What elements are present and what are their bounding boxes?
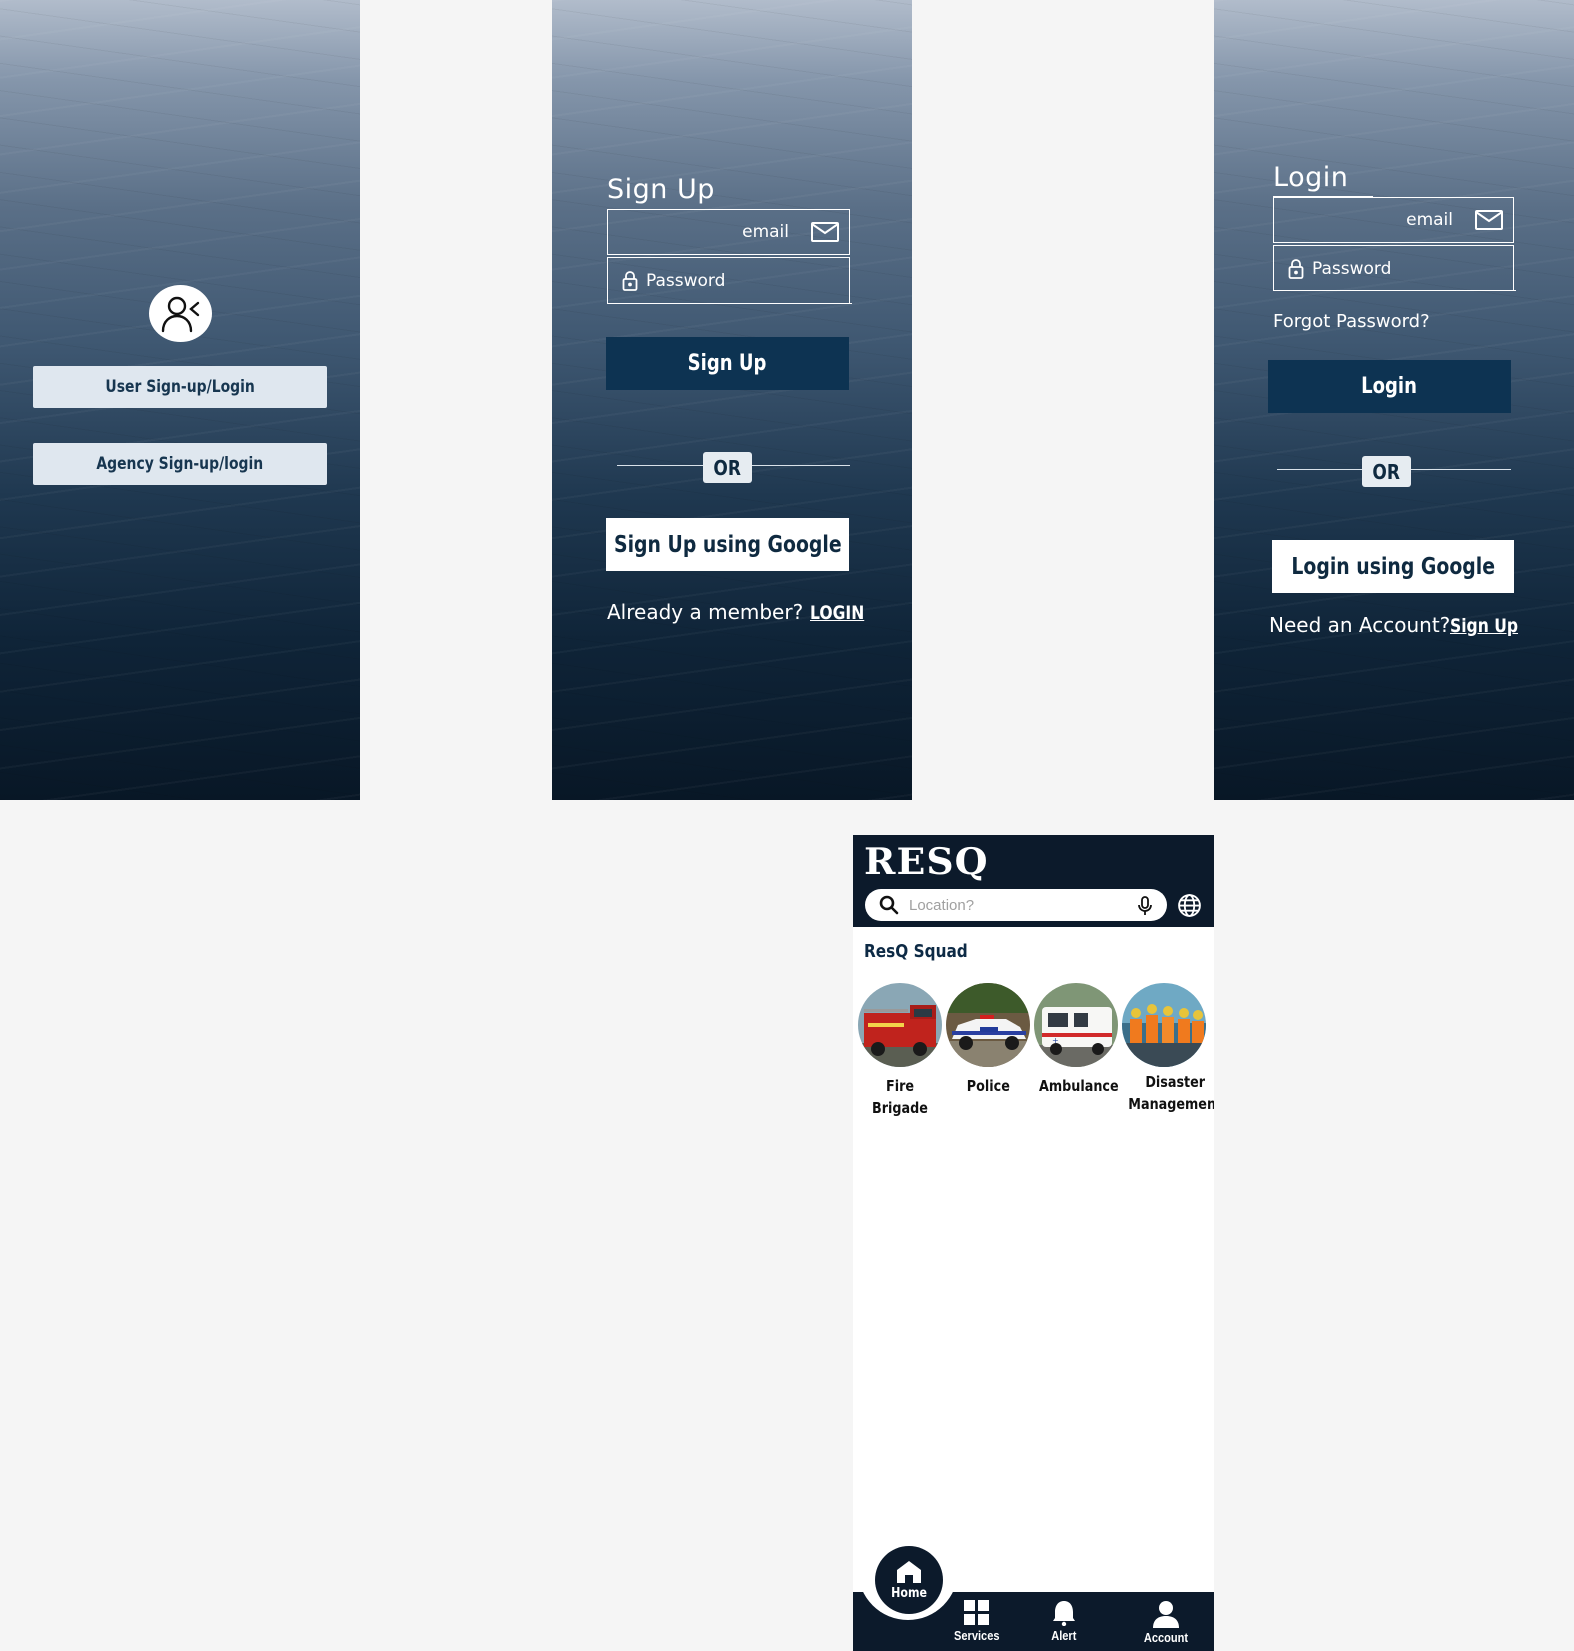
forgot-password-link[interactable]: Forgot Password? — [1273, 311, 1430, 332]
squad-label: Ambulance — [1039, 1077, 1119, 1095]
nav-services[interactable]: Services — [950, 1600, 1004, 1643]
squad-label: Disaster Management — [1128, 1073, 1214, 1113]
squad-police[interactable]: Police — [944, 983, 1032, 1097]
nav-account-label: Account — [1143, 1630, 1189, 1645]
location-search-input[interactable] — [909, 893, 1119, 917]
password-underline — [1273, 290, 1516, 291]
login-link[interactable]: LOGIN — [810, 602, 864, 624]
home-icon — [897, 1560, 921, 1583]
login-title: Login — [1273, 162, 1349, 193]
home-screen: RESQ ResQ Squad Fire Brigade Police + Am… — [853, 835, 1214, 1651]
signup-footer: Already a member? LOGIN — [607, 600, 876, 624]
password-underline — [607, 303, 852, 304]
person-icon — [1153, 1601, 1179, 1628]
login-footer: Need an Account?Sign Up — [1269, 613, 1533, 637]
lock-icon — [1288, 258, 1304, 279]
nav-home-label: Home — [891, 1585, 927, 1601]
police-car-image — [946, 983, 1030, 1067]
mail-icon — [1475, 210, 1503, 230]
email-field[interactable]: email — [1273, 197, 1514, 243]
microphone-icon[interactable] — [1137, 896, 1153, 916]
nav-alert[interactable]: Alert — [1049, 1600, 1079, 1643]
signup-link[interactable]: Sign Up — [1450, 615, 1518, 637]
role-select-screen: User Sign-up/Login Agency Sign-up/login — [0, 0, 360, 800]
already-member-text: Already a member? — [607, 600, 810, 624]
signup-title: Sign Up — [607, 174, 715, 205]
signup-button[interactable]: Sign Up — [606, 337, 849, 390]
login-button[interactable]: Login — [1268, 360, 1511, 413]
nav-account[interactable]: Account — [1140, 1600, 1192, 1645]
squad-label: Fire Brigade — [872, 1077, 928, 1117]
app-logo: RESQ — [864, 841, 989, 883]
globe-icon[interactable] — [1177, 893, 1202, 918]
location-search-bar — [865, 889, 1167, 921]
need-account-text: Need an Account? — [1269, 613, 1451, 637]
squad-ambulance[interactable]: + Ambulance — [1032, 983, 1120, 1097]
password-field[interactable]: Password — [1273, 245, 1514, 291]
nav-services-label: Services — [954, 1628, 1000, 1643]
nav-home[interactable]: Home — [875, 1546, 943, 1614]
login-screen: Login email Password Forgot Password? Lo… — [1214, 0, 1574, 800]
email-placeholder: email — [742, 222, 789, 242]
squad-title: ResQ Squad — [864, 941, 968, 962]
grid-icon — [963, 1600, 989, 1625]
search-icon — [879, 895, 899, 915]
password-placeholder: Password — [1312, 258, 1392, 279]
lock-icon — [622, 270, 638, 291]
disaster-team-image — [1122, 983, 1206, 1067]
or-badge: OR — [1362, 456, 1411, 487]
fire-truck-image — [858, 983, 942, 1067]
mail-icon — [811, 222, 839, 242]
signup-google-button[interactable]: Sign Up using Google — [606, 518, 849, 571]
squad-label: Police — [966, 1077, 1010, 1095]
ambulance-image: + — [1034, 983, 1118, 1067]
nav-alert-label: Alert — [1051, 1628, 1077, 1643]
email-placeholder: email — [1406, 210, 1453, 230]
user-switch-icon — [149, 285, 212, 342]
agency-signup-login-button[interactable]: Agency Sign-up/login — [33, 443, 327, 485]
email-field[interactable]: email — [607, 209, 850, 255]
bell-icon — [1052, 1601, 1075, 1626]
or-badge: OR — [703, 452, 752, 483]
password-field[interactable]: Password — [607, 257, 850, 303]
squad-fire-brigade[interactable]: Fire Brigade — [856, 983, 944, 1119]
squad-disaster-management[interactable]: Disaster Management — [1120, 983, 1214, 1115]
signup-screen: Sign Up email Password Sign Up OR Sign U… — [552, 0, 912, 800]
login-google-button[interactable]: Login using Google — [1272, 540, 1514, 593]
user-signup-login-button[interactable]: User Sign-up/Login — [33, 366, 327, 408]
password-placeholder: Password — [646, 270, 726, 291]
